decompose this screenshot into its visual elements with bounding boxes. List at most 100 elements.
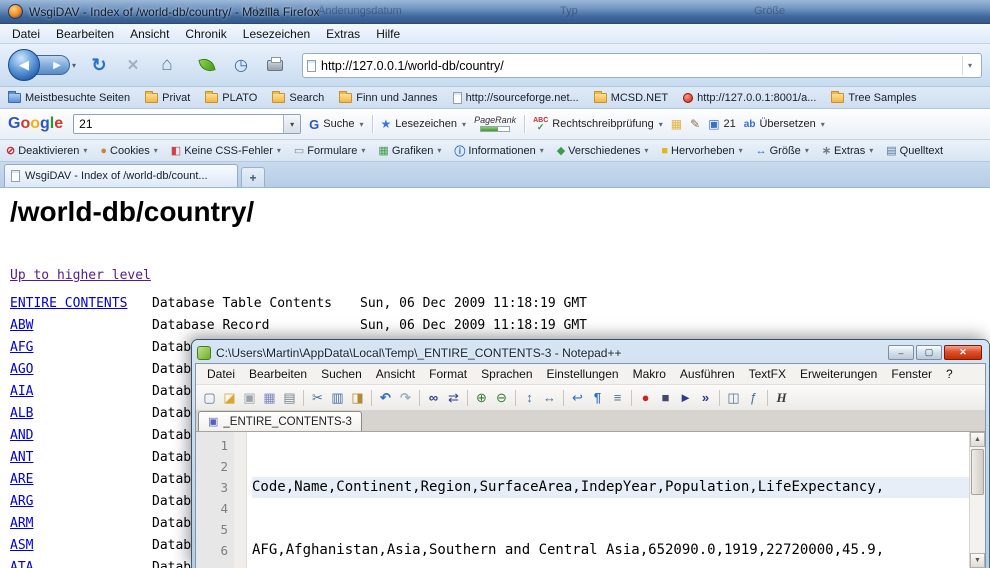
np-menu-textfx[interactable]: TextFX [742, 365, 793, 383]
webdev-verschiedenes[interactable]: ◆Verschiedenes▾ [557, 144, 649, 157]
scroll-down-icon[interactable]: ▼ [970, 553, 985, 568]
np-menu-sprachen[interactable]: Sprachen [474, 365, 539, 383]
google-bookmarks-button[interactable]: ★Lesezeichen▾ [381, 117, 467, 131]
spellcheck-button[interactable]: ABC✓Rechtschreibprüfung▾ [533, 117, 663, 132]
webdev-grafiken[interactable]: ▦Grafiken▾ [378, 144, 441, 157]
home-button[interactable]: ⌂ [154, 52, 180, 78]
notepad-editor[interactable]: 1 2 3 4 5 6 Code,Name,Continent,Region,S… [196, 432, 985, 568]
redo-icon[interactable]: ↷ [396, 388, 415, 407]
bookmark-localhost-8001[interactable]: http://127.0.0.1:8001/a... [683, 92, 816, 104]
print-icon[interactable]: ▤ [280, 388, 299, 407]
bookmark-most-visited[interactable]: Meistbesuchte Seiten [8, 92, 130, 104]
webdev-groesse[interactable]: ↔Größe▾ [756, 145, 809, 157]
np-menu-ausfuehren[interactable]: Ausführen [673, 365, 742, 383]
bookmark-tree-samples[interactable]: Tree Samples [831, 92, 916, 104]
entry-link[interactable]: ANT [10, 447, 152, 469]
menu-ansicht[interactable]: Ansicht [122, 25, 177, 43]
reload-button[interactable]: ↻ [86, 52, 112, 78]
undo-icon[interactable]: ↶ [376, 388, 395, 407]
edit-button[interactable]: ✎ [690, 117, 700, 131]
menu-lesezeichen[interactable]: Lesezeichen [235, 25, 318, 43]
np-menu-datei[interactable]: Datei [200, 365, 242, 383]
google-search-input[interactable] [74, 117, 283, 131]
scrollbar-thumb[interactable] [971, 449, 984, 495]
record-macro-icon[interactable]: ● [636, 388, 655, 407]
bookmark-mcsd[interactable]: MCSD.NET [594, 92, 668, 104]
webdev-css[interactable]: ◧Keine CSS-Fehler▾ [171, 144, 281, 157]
menu-hilfe[interactable]: Hilfe [368, 25, 408, 43]
entry-link[interactable]: ARG [10, 491, 152, 513]
back-button[interactable]: ◀ [8, 49, 40, 81]
up-to-higher-level-link[interactable]: Up to higher level [10, 268, 151, 283]
menu-chronik[interactable]: Chronik [177, 25, 234, 43]
open-file-icon[interactable]: ◪ [220, 388, 239, 407]
save-icon[interactable]: ▣ [240, 388, 259, 407]
entry-link[interactable]: AGO [10, 359, 152, 381]
entry-link[interactable]: AFG [10, 337, 152, 359]
entry-link[interactable]: AIA [10, 381, 152, 403]
np-menu-bearbeiten[interactable]: Bearbeiten [242, 365, 314, 383]
show-symbols-icon[interactable]: ¶ [588, 388, 607, 407]
translate-button[interactable]: abÜbersetzen▾ [744, 118, 825, 130]
webdev-formulare[interactable]: ▭Formulare▾ [294, 144, 366, 157]
webdev-deaktivieren[interactable]: ⊘Deaktivieren▾ [6, 144, 87, 157]
bookmark-search[interactable]: Search [272, 92, 324, 104]
replace-icon[interactable]: ⇄ [444, 388, 463, 407]
np-menu-makro[interactable]: Makro [626, 365, 673, 383]
indent-guide-icon[interactable]: ≡ [608, 388, 627, 407]
entry-link[interactable]: ASM [10, 535, 152, 557]
entry-link[interactable]: AND [10, 425, 152, 447]
notepad-titlebar[interactable]: C:\Users\Martin\AppData\Local\Temp\_ENTI… [195, 342, 986, 363]
url-input[interactable] [321, 59, 957, 73]
entry-link[interactable]: ARE [10, 469, 152, 491]
bookmark-plato[interactable]: PLATO [205, 92, 257, 104]
play-macro-icon[interactable]: ► [676, 388, 695, 407]
bookmark-sourceforge[interactable]: http://sourceforge.net... [453, 92, 579, 104]
sync-vertical-icon[interactable]: ↕ [520, 388, 539, 407]
url-bar[interactable]: ▾ [302, 53, 982, 78]
editor-scrollbar[interactable]: ▲ ▼ [969, 432, 985, 568]
new-file-icon[interactable]: ▢ [200, 388, 219, 407]
zoom-out-icon[interactable]: ⊖ [492, 388, 511, 407]
search-history-dropdown-icon[interactable]: ▾ [283, 115, 300, 133]
webdev-informationen[interactable]: ⓘInformationen▾ [454, 143, 543, 159]
np-menu-format[interactable]: Format [422, 365, 474, 383]
history-dropdown-icon[interactable]: ▾ [72, 61, 76, 70]
entry-link[interactable]: ALB [10, 403, 152, 425]
addon-button[interactable] [194, 52, 220, 78]
forward-button[interactable]: ▶ [36, 55, 70, 75]
sync-horizontal-icon[interactable]: ↔ [540, 388, 559, 407]
bookmark-privat[interactable]: Privat [145, 92, 190, 104]
webdev-quelltext[interactable]: ▤Quelltext [886, 144, 943, 157]
firefox-titlebar[interactable]: WsgiDAV - Index of /world-db/country/ - … [0, 0, 990, 24]
np-menu-ansicht[interactable]: Ansicht [369, 365, 422, 383]
scroll-up-icon[interactable]: ▲ [970, 432, 985, 447]
stop-macro-icon[interactable]: ■ [656, 388, 675, 407]
run-macro-multiple-icon[interactable]: » [696, 388, 715, 407]
cut-icon[interactable]: ✂ [308, 388, 327, 407]
np-menu-fenster[interactable]: Fenster [884, 365, 939, 383]
entry-link[interactable]: ARM [10, 513, 152, 535]
find-icon[interactable]: ∞ [424, 388, 443, 407]
history-button[interactable]: ◷ [228, 52, 254, 78]
word-wrap-icon[interactable]: ↩ [568, 388, 587, 407]
np-menu-hilfe[interactable]: ? [939, 365, 960, 383]
menu-datei[interactable]: Datei [4, 25, 48, 43]
copy-icon[interactable]: ▥ [328, 388, 347, 407]
scrollbar-track[interactable] [970, 497, 985, 553]
function-list-icon[interactable]: ƒ [744, 388, 763, 407]
pagerank-indicator[interactable]: PageRank [474, 116, 516, 132]
menu-bearbeiten[interactable]: Bearbeiten [48, 25, 122, 43]
entry-link[interactable]: ATA [10, 557, 152, 568]
maximize-button[interactable]: ▢ [916, 345, 942, 360]
tab-wsgidav[interactable]: WsgiDAV - Index of /world-db/count... [4, 164, 238, 187]
np-menu-suchen[interactable]: Suchen [314, 365, 369, 383]
google-search-box[interactable]: ▾ [73, 114, 301, 134]
np-menu-erweiterungen[interactable]: Erweiterungen [793, 365, 884, 383]
autofill-button[interactable]: ▦ [671, 117, 682, 131]
bookmark-finn-und-jannes[interactable]: Finn und Jannes [339, 92, 437, 104]
np-menu-einstellungen[interactable]: Einstellungen [540, 365, 626, 383]
paste-icon[interactable]: ◨ [348, 388, 367, 407]
new-tab-button[interactable]: + [241, 167, 265, 187]
close-button[interactable]: ✕ [944, 345, 982, 360]
